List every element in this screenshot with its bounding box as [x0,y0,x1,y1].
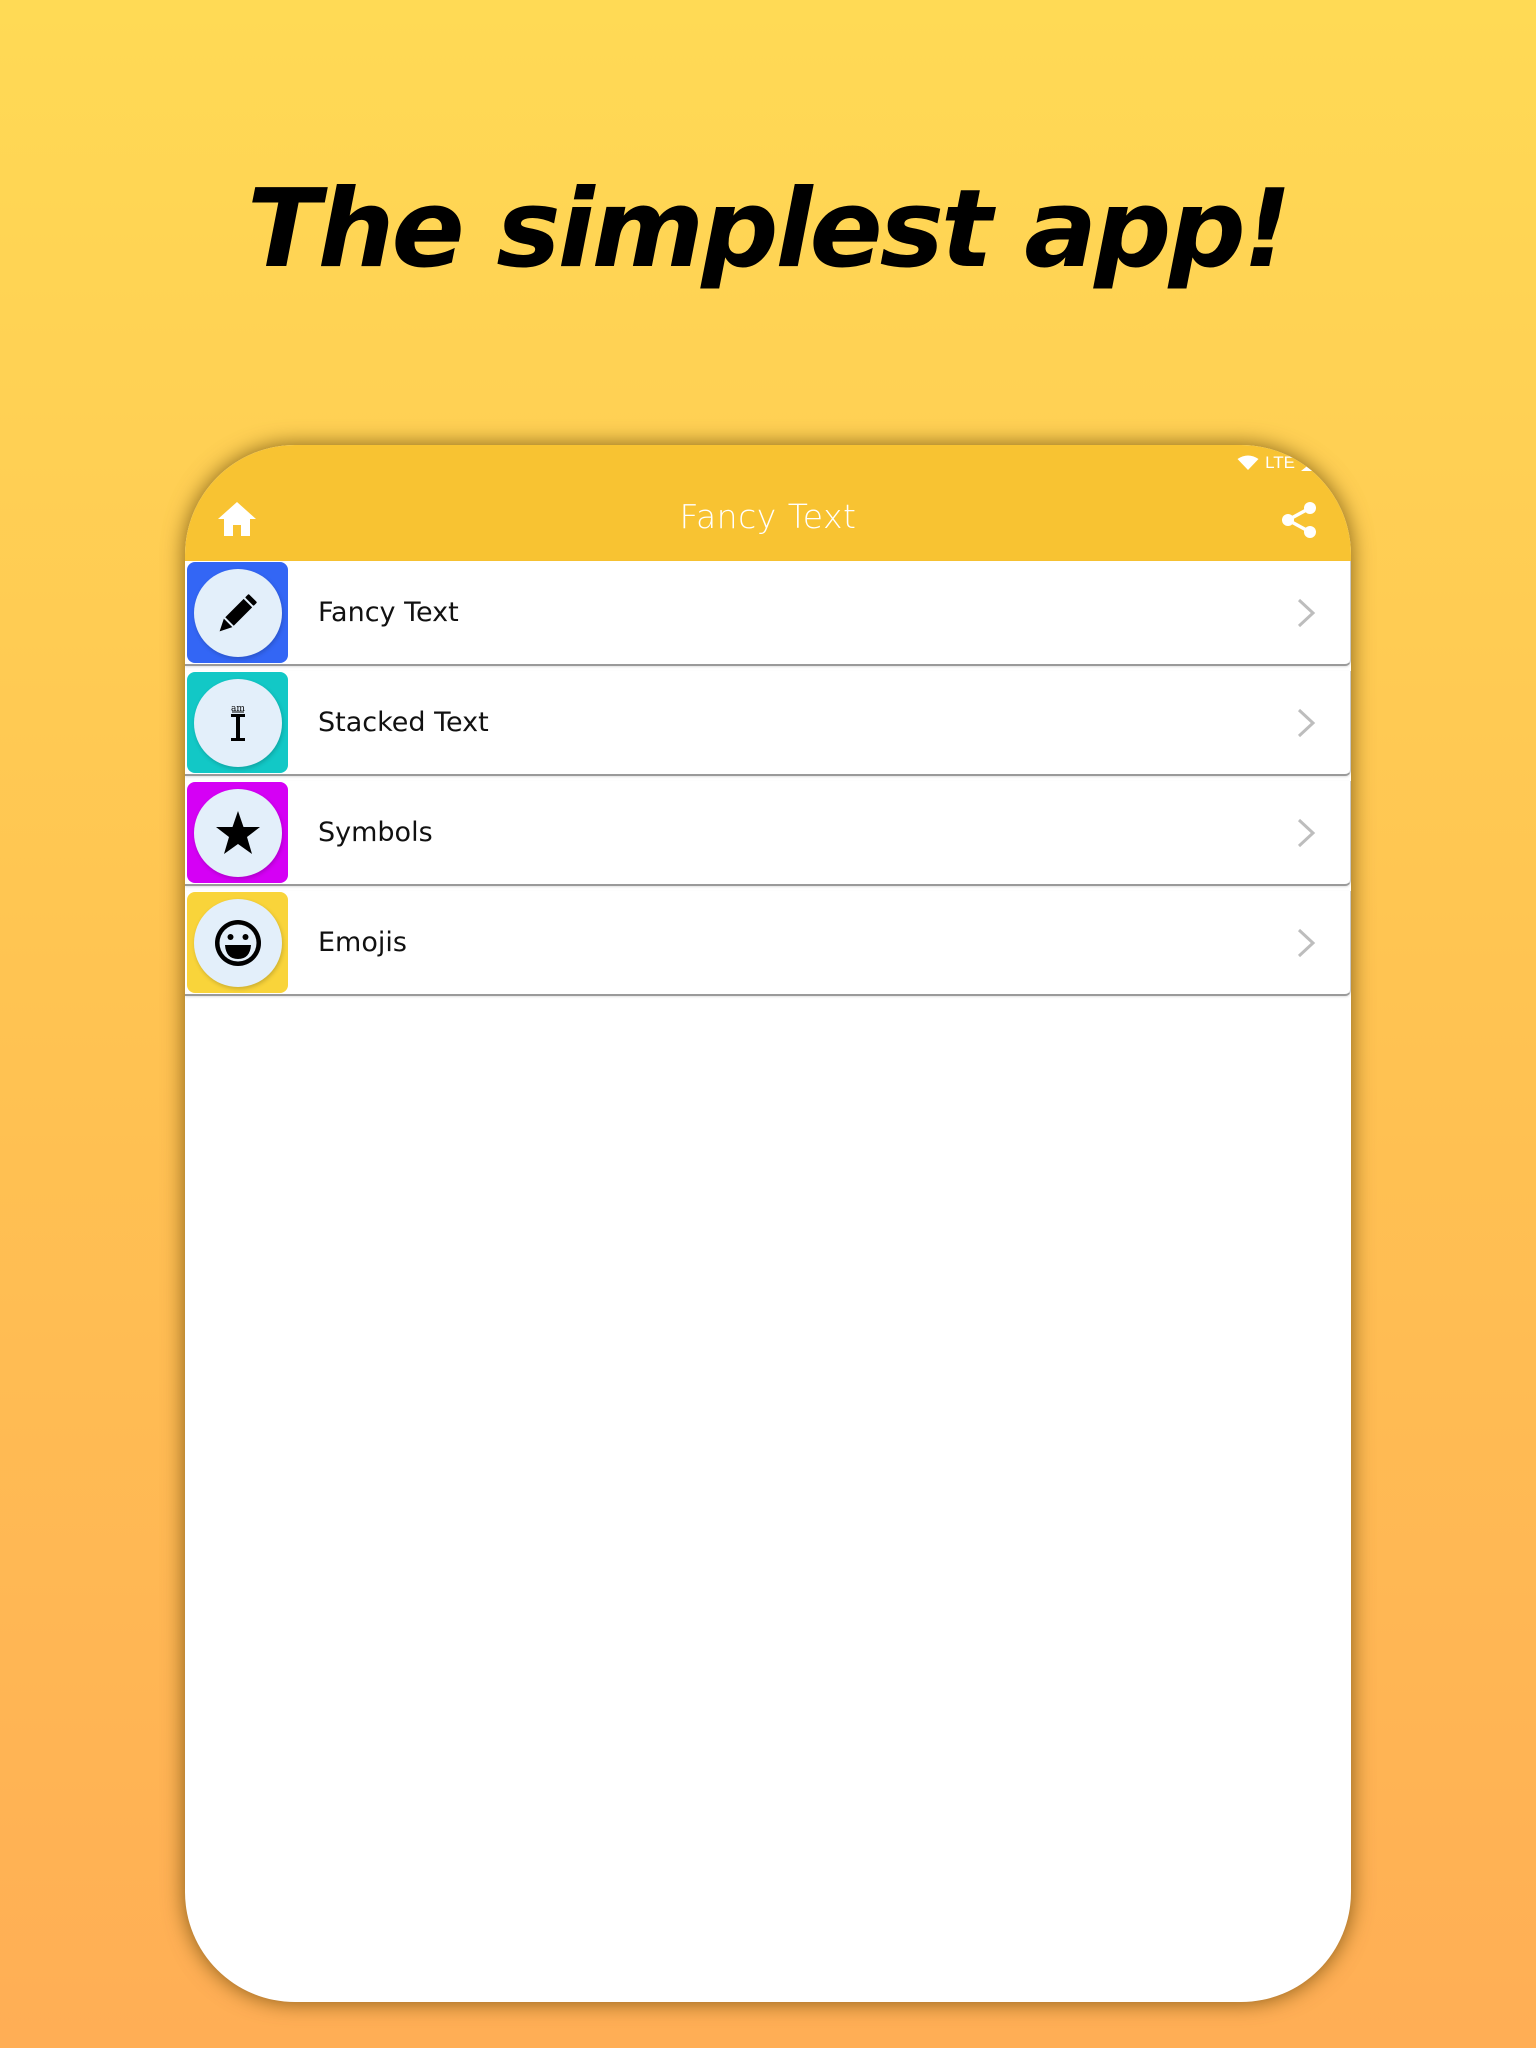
menu-item-tile [187,892,288,993]
share-button[interactable] [1279,500,1319,540]
device-frame: :00 LTE Fancy Text Fancy Text am Stacked… [185,445,1351,2002]
chevron-right-icon [1297,928,1316,958]
share-icon [1282,502,1316,538]
menu-item-label: Symbols [318,817,433,848]
app-bar: :00 LTE Fancy Text [185,445,1351,561]
menu-item-emojis[interactable]: Emojis [185,891,1351,996]
menu-item-label: Emojis [318,927,407,958]
pencil-icon [219,593,257,631]
menu-item-stacked-text[interactable]: am Stacked Text [185,671,1351,776]
menu-item-symbols[interactable]: Symbols [185,781,1351,886]
menu-item-label: Stacked Text [318,707,489,738]
menu-item-tile [187,782,288,883]
status-icons: LTE [1237,453,1321,473]
chevron-right-icon [1297,598,1316,628]
network-type: LTE [1265,453,1295,472]
menu-item-fancy-text[interactable]: Fancy Text [185,561,1351,666]
status-time: :00 [205,451,232,472]
smiley-icon [214,919,261,966]
app-title: Fancy Text [679,497,857,536]
menu-item-label: Fancy Text [318,597,459,628]
chevron-right-icon [1297,818,1316,848]
menu-item-tile [187,562,288,663]
menu-list: Fancy Text am Stacked Text Symbols Emoji… [185,561,1351,1001]
chevron-right-icon [1297,708,1316,738]
signal-icon [1301,455,1321,471]
star-icon [215,810,260,854]
promo-headline: The simplest app! [246,167,1292,292]
stacked-text-icon: am [230,704,245,741]
wifi-icon [1237,455,1259,470]
menu-item-tile: am [187,672,288,773]
